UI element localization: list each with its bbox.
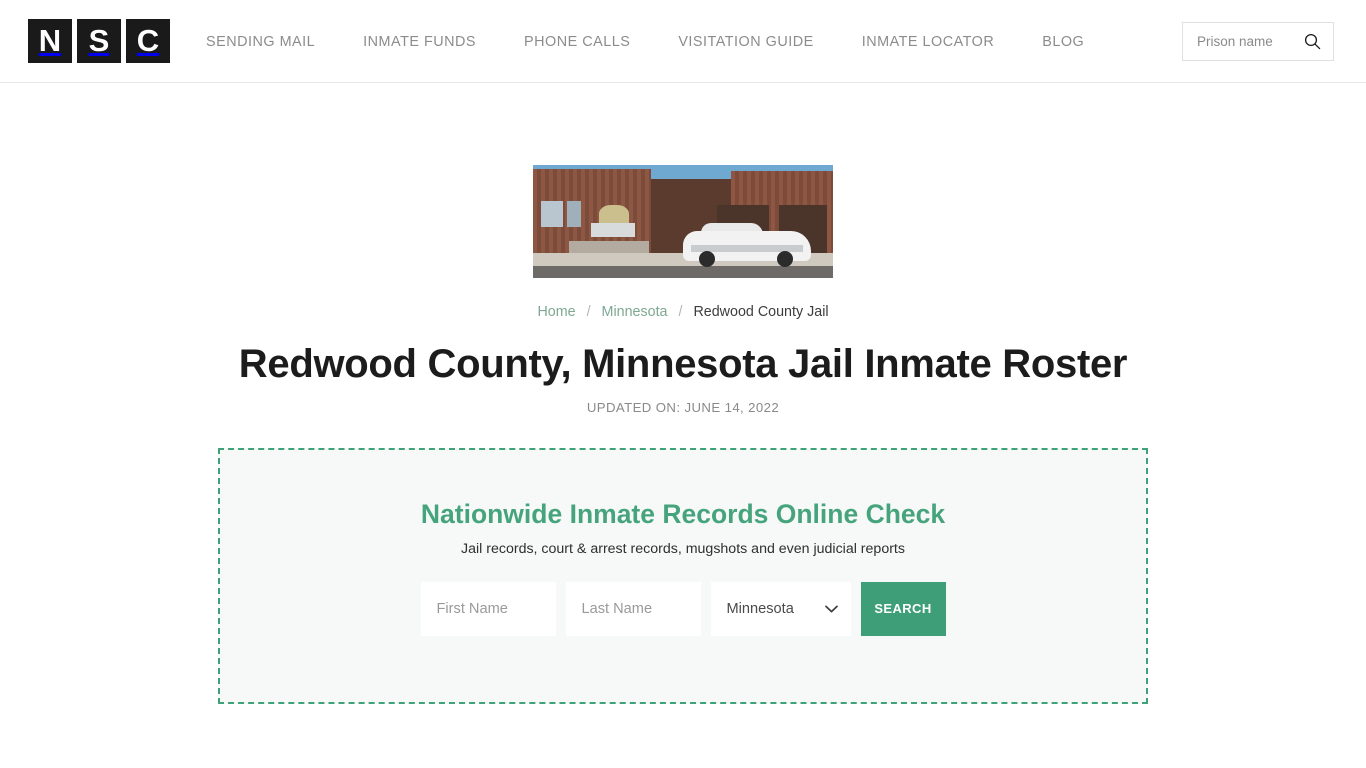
inmate-search-form: Minnesota SEARCH [220,581,1146,636]
main-content: Home / Minnesota / Redwood County Jail R… [0,83,1366,704]
photo-concrete-ledge [569,241,649,253]
first-name-input[interactable] [420,581,556,636]
photo-car-wheel-rear [777,251,793,267]
logo-tile-n: N [28,19,72,63]
site-logo[interactable]: N S C [28,19,170,63]
breadcrumb-item-current: Redwood County Jail [693,304,829,320]
nav-item-blog[interactable]: BLOG [1018,34,1108,50]
state-select[interactable]: Minnesota [710,581,851,636]
breadcrumb: Home / Minnesota / Redwood County Jail [0,304,1366,320]
breadcrumb-separator-2: / [678,304,683,320]
site-header: N S C SENDING MAIL INMATE FUNDS PHONE CA… [0,0,1366,83]
photo-car-wheel-front [699,251,715,267]
logo-tile-s: S [77,19,121,63]
nav-item-visitation-guide[interactable]: VISITATION GUIDE [654,34,837,50]
photo-window-2 [567,201,581,227]
page-title: Redwood County, Minnesota Jail Inmate Ro… [238,342,1128,386]
nav-item-inmate-locator[interactable]: INMATE LOCATOR [838,34,1019,50]
nav-item-phone-calls[interactable]: PHONE CALLS [500,34,654,50]
updated-on-text: UPDATED ON: JUNE 14, 2022 [586,399,780,415]
header-search-box [1182,22,1334,61]
nav-item-inmate-funds[interactable]: INMATE FUNDS [339,34,500,50]
logo-tile-c: C [126,19,170,63]
inmate-records-promo-panel: Nationwide Inmate Records Online Check J… [218,447,1148,704]
photo-road [533,266,833,278]
photo-facility-sign [591,223,635,237]
nav-item-sending-mail[interactable]: SENDING MAIL [206,34,339,50]
search-icon[interactable] [1301,31,1323,53]
breadcrumb-separator-1: / [586,304,591,320]
last-name-input[interactable] [565,581,701,636]
breadcrumb-item-home[interactable]: Home [537,304,575,320]
prison-name-search-input[interactable] [1195,33,1301,50]
jail-building-photo [533,165,833,278]
promo-subtitle: Jail records, court & arrest records, mu… [461,540,905,557]
hero-image-wrapper [533,83,833,278]
state-select-wrapper: Minnesota [710,581,851,636]
breadcrumb-item-minnesota[interactable]: Minnesota [602,304,668,320]
promo-title: Nationwide Inmate Records Online Check [420,498,946,529]
search-submit-button[interactable]: SEARCH [860,581,946,636]
primary-navigation: SENDING MAIL INMATE FUNDS PHONE CALLS VI… [206,0,1108,83]
photo-window-1 [541,201,563,227]
